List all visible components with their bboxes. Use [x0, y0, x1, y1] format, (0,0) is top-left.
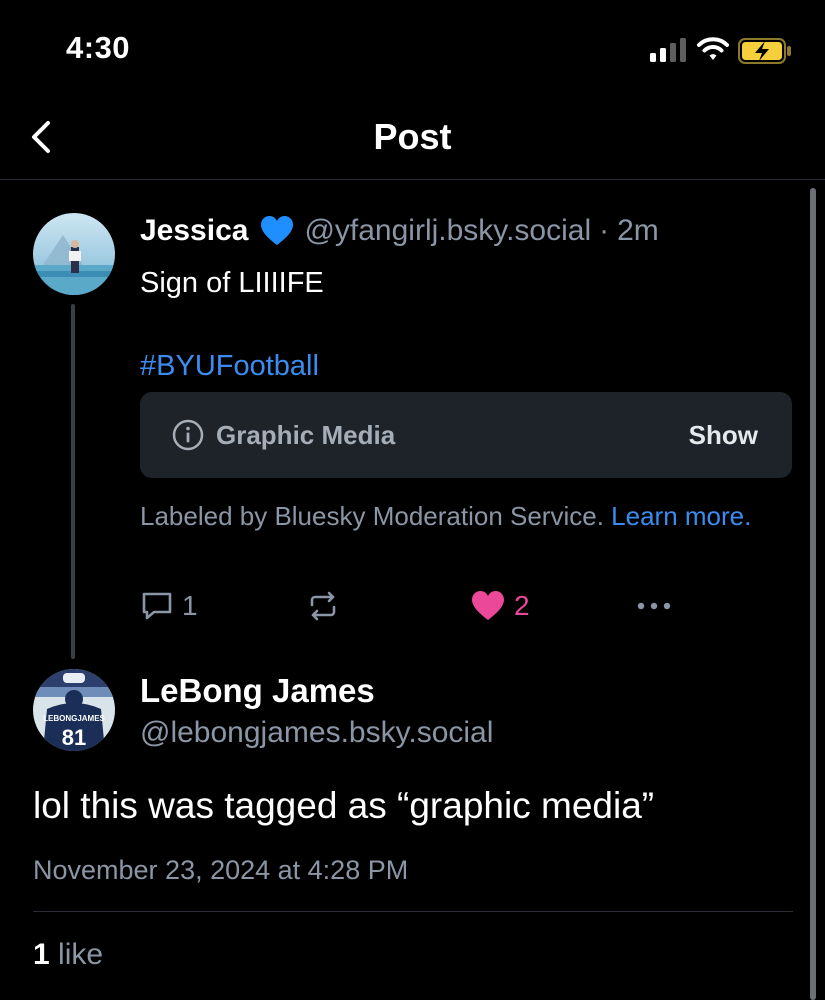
ellipsis-icon	[637, 602, 671, 610]
parent-post-header: Jessica @yfangirlj.bsky.social · 2m	[140, 214, 659, 248]
like-count: 2	[514, 590, 530, 621]
jersey-name-text: LEBONGJAMES	[43, 714, 105, 723]
reply-icon	[142, 592, 172, 620]
show-button[interactable]: Show	[689, 420, 758, 451]
hashtag-link[interactable]: #BYUFootball	[140, 350, 319, 383]
likes-summary[interactable]: 1 like	[33, 938, 103, 972]
likes-word: like	[58, 938, 104, 971]
avatar-jessica[interactable]	[33, 213, 115, 295]
post-timestamp: November 23, 2024 at 4:28 PM	[33, 855, 409, 885]
likes-number: 1	[33, 938, 50, 971]
content-warning-box[interactable]: Graphic Media Show	[140, 392, 792, 478]
more-options-button[interactable]	[636, 586, 672, 626]
avatar-lebong-james[interactable]: LEBONGJAMES 81	[33, 669, 115, 751]
post-divider	[33, 911, 793, 912]
thread-line	[71, 304, 75, 659]
like-button[interactable]: 2	[470, 586, 530, 626]
labeled-by-label: Labeled by Bluesky Moderation Service.	[140, 501, 604, 531]
content-warning-label: Graphic Media	[216, 420, 396, 450]
reply-count: 1	[182, 590, 198, 621]
scrollbar[interactable]	[810, 188, 816, 1000]
status-time: 4:30	[66, 30, 131, 65]
header-divider	[0, 179, 825, 180]
wifi-icon	[697, 37, 729, 60]
battery-charging-icon	[738, 38, 791, 64]
separator-dot: ·	[599, 214, 610, 247]
labeled-by-text: Labeled by Bluesky Moderation Service. L…	[140, 498, 780, 534]
main-author-handle[interactable]: @lebongjames.bsky.social	[140, 716, 493, 750]
heart-filled-icon	[472, 591, 504, 620]
author-name[interactable]: Jessica	[140, 214, 248, 248]
blue-heart-emoji-icon	[261, 216, 294, 245]
author-handle[interactable]: @yfangirlj.bsky.social	[304, 214, 591, 248]
main-post-text: lol this was tagged as “graphic media”	[33, 785, 655, 826]
post-text: Sign of LIIIIFE	[140, 267, 324, 299]
reply-button[interactable]: 1	[140, 586, 198, 626]
cellular-signal-icon	[650, 38, 686, 62]
info-icon	[172, 419, 204, 451]
post-time-ago: 2m	[617, 214, 659, 247]
repost-icon	[310, 591, 336, 621]
jersey-number-text: 81	[62, 725, 86, 750]
repost-button[interactable]	[306, 586, 340, 626]
main-author-name[interactable]: LeBong James	[140, 672, 375, 710]
learn-more-link[interactable]: Learn more.	[611, 501, 751, 531]
post-actions: 1 2	[140, 586, 700, 626]
page-title: Post	[373, 116, 452, 157]
